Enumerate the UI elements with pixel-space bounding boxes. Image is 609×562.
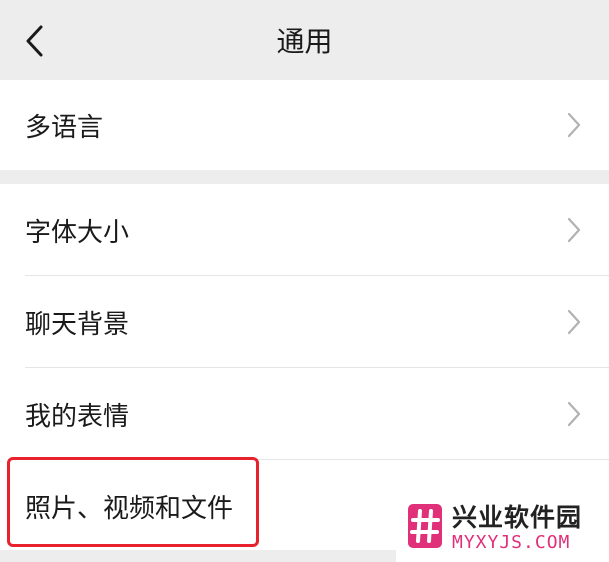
settings-item-language[interactable]: 多语言 xyxy=(0,80,609,170)
hash-logo-icon xyxy=(408,504,442,548)
watermark-domain: MYXYJS.COM xyxy=(452,532,571,553)
settings-item-label: 我的表情 xyxy=(25,401,130,432)
watermark-title: 兴业软件园 xyxy=(452,503,583,532)
chevron-right-icon xyxy=(567,401,581,427)
settings-item-label: 字体大小 xyxy=(25,217,130,248)
chevron-right-icon xyxy=(567,217,581,243)
settings-item-label: 聊天背景 xyxy=(25,309,130,340)
settings-item-font-size[interactable]: 字体大小 xyxy=(0,184,609,276)
watermark: 兴业软件园 MYXYJS.COM xyxy=(396,494,609,562)
navigation-bar: 通用 xyxy=(0,0,609,80)
settings-item-label: 多语言 xyxy=(25,112,104,143)
settings-item-my-stickers[interactable]: 我的表情 xyxy=(0,368,609,460)
settings-item-chat-background[interactable]: 聊天背景 xyxy=(0,276,609,368)
chevron-right-icon xyxy=(567,309,581,335)
chevron-right-icon xyxy=(567,112,581,138)
settings-group-language: 多语言 xyxy=(0,80,609,170)
page-title: 通用 xyxy=(276,25,333,58)
highlight-annotation xyxy=(7,457,259,547)
